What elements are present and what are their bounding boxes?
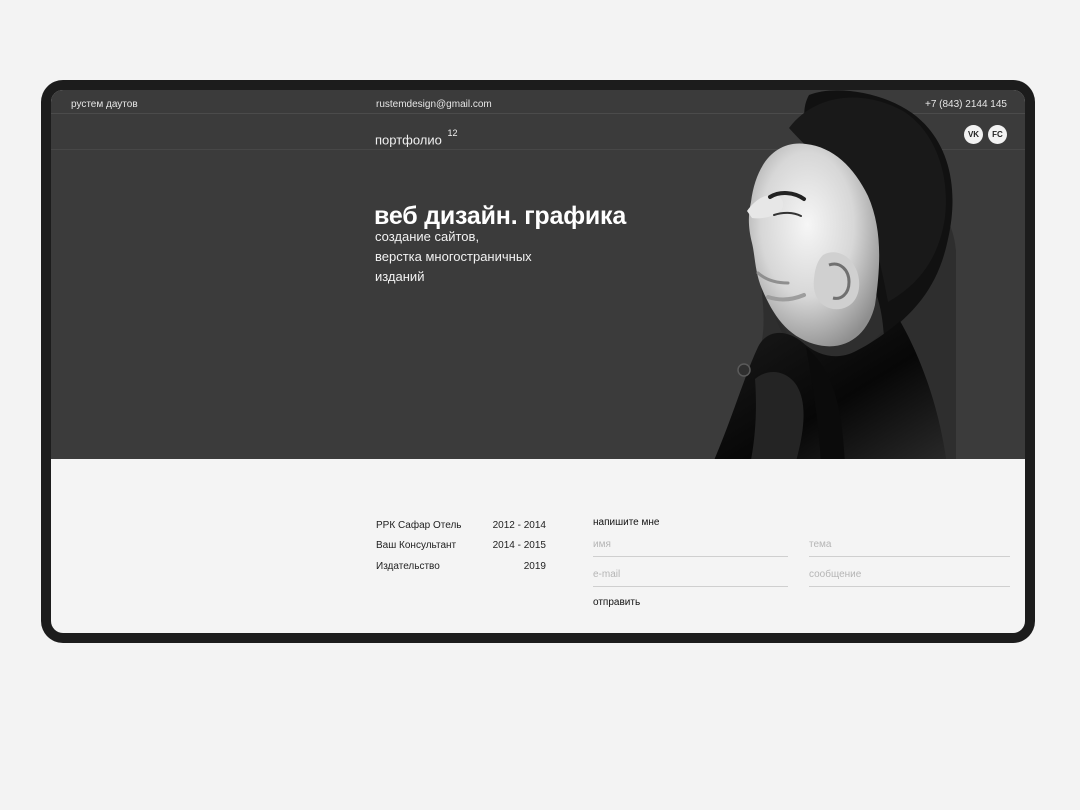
- name-input[interactable]: [593, 535, 788, 554]
- experience-company: РРК Сафар Отель: [376, 519, 462, 531]
- browser-screen: рустем даутов rustemdesign@gmail.com +7 …: [51, 90, 1025, 633]
- fc-label: FC: [992, 130, 1003, 139]
- portfolio-link[interactable]: портфолио 12: [375, 128, 458, 148]
- experience-company: Издательство: [376, 560, 440, 572]
- email-input[interactable]: [593, 565, 788, 584]
- portfolio-label: портфолио: [375, 132, 442, 148]
- theme-input[interactable]: [809, 535, 1010, 554]
- message-field[interactable]: [809, 564, 1010, 587]
- theme-field[interactable]: [809, 534, 1010, 557]
- facebook-icon[interactable]: FC: [988, 125, 1007, 144]
- vk-icon[interactable]: VK: [964, 125, 983, 144]
- hero-subtitle: создание сайтов, верстка многостраничных…: [375, 227, 585, 287]
- experience-years: 2014 - 2015: [492, 540, 546, 552]
- portfolio-count: 12: [447, 128, 458, 138]
- experience-company: Ваш Консультант: [376, 540, 457, 552]
- designer-name: рустем даутов: [71, 99, 138, 110]
- subtitle-line: создание сайтов,: [375, 229, 480, 244]
- subtitle-line: верстка многостраничных: [375, 249, 532, 264]
- subtitle-line: изданий: [375, 269, 425, 284]
- experience-row: Издательство 2019: [376, 556, 546, 577]
- experience-years: 2012 - 2014: [492, 519, 546, 531]
- email-link[interactable]: rustemdesign@gmail.com: [376, 99, 492, 110]
- name-field[interactable]: [593, 534, 788, 557]
- experience-row: Ваш Консультант 2014 - 2015: [376, 536, 546, 557]
- experience-years: 2019: [523, 560, 546, 572]
- message-input[interactable]: [809, 565, 1010, 584]
- experience-list: РРК Сафар Отель 2012 - 2014 Ваш Консульт…: [376, 515, 546, 577]
- send-button[interactable]: отправить: [593, 597, 640, 608]
- vk-label: VK: [967, 130, 980, 139]
- email-field[interactable]: [593, 564, 788, 587]
- contact-title: напишите мне: [593, 517, 660, 528]
- experience-row: РРК Сафар Отель 2012 - 2014: [376, 515, 546, 536]
- hero-section: рустем даутов rustemdesign@gmail.com +7 …: [51, 90, 1025, 459]
- portrait-photo: [714, 90, 956, 459]
